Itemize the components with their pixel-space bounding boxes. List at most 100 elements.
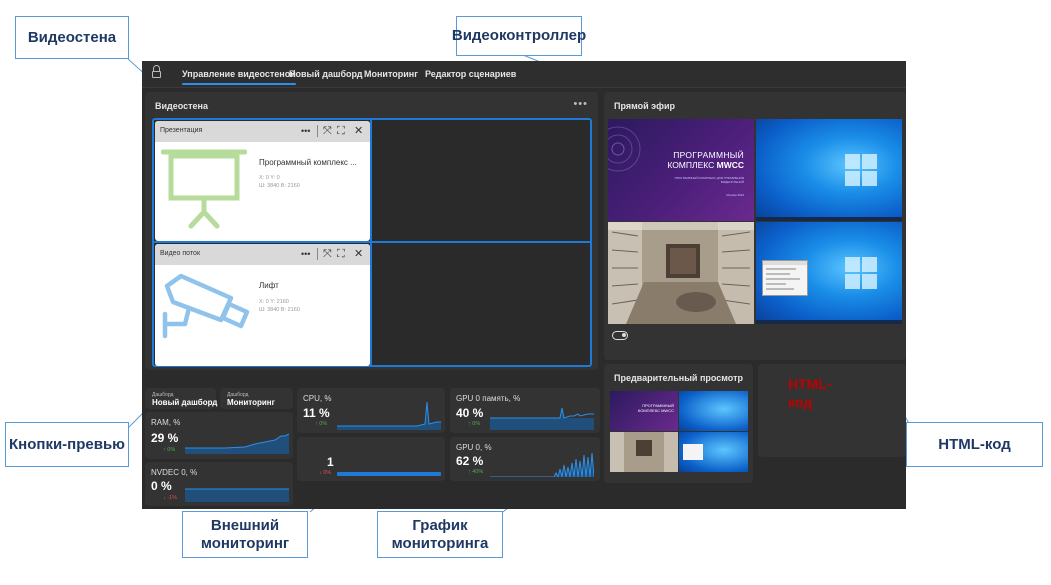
gpu-memory-sparkline (490, 407, 594, 430)
live-output[interactable]: ПРОГРАММНЫЙ КОМПЛЕКС MWCC ПРОГРАММНЫЙ КО… (608, 119, 902, 324)
fullscreen-icon[interactable]: ⛶ (337, 247, 345, 261)
callout-monitoring-chart: График мониторинга (377, 511, 503, 558)
metric-delta: ↑ 0% (468, 421, 481, 427)
callout-html-code: HTML-код (906, 422, 1043, 467)
preview-title: Предварительный просмотр (614, 373, 743, 383)
metric-value: 29 % (151, 431, 179, 445)
metric-label: NVDEC 0, % (151, 468, 198, 477)
slide-title-line1: ПРОГРАММНЫЙ (673, 150, 744, 160)
callout-preview-buttons-text: Кнопки-превью (9, 435, 125, 453)
metric-value: 1 (327, 455, 334, 469)
metric-delta: ↑ 0% (163, 447, 176, 453)
preview-panel: Предварительный просмотр ПРОГРАММНЫЙ КОМ… (604, 364, 753, 483)
preset-button-monitoring[interactable]: Дашборд Мониторинг (220, 388, 293, 409)
html-widget-text-line1: HTML- (788, 376, 832, 392)
source-type-label: Презентация (160, 127, 203, 134)
preset-name: Мониторинг (227, 398, 275, 407)
metric-label: GPU 0, % (456, 443, 492, 452)
callout-html-code-text: HTML-код (938, 435, 1011, 453)
fullscreen-icon[interactable]: ⛶ (337, 124, 345, 138)
html-widget-text-line2: код (788, 394, 813, 410)
source-size: Ш: 3840 В: 2160 (259, 307, 300, 313)
gpu-sparkline (490, 452, 594, 477)
metric-ram: RAM, % 29 % ↑ 0% (145, 412, 293, 459)
callout-monitoring-chart-line2: мониторинга (391, 534, 489, 552)
presentation-board-icon (161, 149, 247, 229)
callout-external-monitoring: Внешний мониторинг (182, 511, 308, 558)
slide-title-line2: КОМПЛЕКС (667, 160, 717, 170)
tab-videowall-management[interactable]: Управление видеостеной (182, 69, 296, 85)
source-type-label: Видео поток (160, 250, 201, 257)
grid-cell-empty-bottom[interactable] (374, 244, 590, 365)
metric-value: 0 % (151, 479, 172, 493)
preview-slide-line2: КОМПЛЕКС MWCC (637, 408, 674, 413)
videowall-grid: Презентация ••• ⤧ ⛶ ✕ Программный компле… (152, 118, 592, 367)
preset-button-new-dashboard[interactable]: Дашборд Новый дашборд (145, 388, 218, 409)
tab-new-dashboard[interactable]: Новый дашборд (289, 69, 363, 79)
metric-delta: ↓ -1% (163, 495, 178, 501)
metric-label: CPU, % (303, 394, 332, 403)
source-position: X: 0 Y: 2160 (259, 299, 289, 305)
live-tile-presentation[interactable]: ПРОГРАММНЫЙ КОМПЛЕКС MWCC ПРОГРАММНЫЙ КО… (608, 119, 754, 221)
close-icon[interactable]: ✕ (354, 124, 363, 138)
ram-sparkline (185, 433, 289, 454)
top-navigation: Управление видеостеной Новый дашборд Мон… (142, 61, 906, 88)
preview-thumbnail[interactable]: ПРОГРАММНЫЙ КОМПЛЕКС MWCC (610, 391, 748, 472)
metric-value: 62 % (456, 454, 484, 468)
callout-videocontroller-text: Видеоконтроллер (451, 27, 587, 45)
callout-external-monitoring-line1: Внешний (210, 517, 280, 535)
cctv-camera-icon (162, 273, 250, 339)
metric-gpu-memory: GPU 0 память, % 40 % ↑ 0% (450, 388, 600, 433)
metric-cpu: CPU, % 11 % ↑ 0% (297, 388, 445, 433)
metric-value: 11 % (303, 406, 330, 420)
cpu-sparkline (337, 401, 441, 430)
metric-delta: ↑ 40% (468, 469, 484, 475)
metric-nvdec: NVDEC 0, % 0 % ↓ -1% (145, 462, 293, 506)
close-icon[interactable]: ✕ (354, 247, 363, 261)
external-progress-bar (337, 472, 441, 476)
metric-delta: ↓ 0% (319, 470, 332, 476)
metric-value: 40 % (456, 406, 484, 420)
slide-title-brand: MWCC (716, 160, 744, 170)
metric-gpu: GPU 0, % 62 % ↑ 40% (450, 437, 600, 481)
more-icon[interactable]: ••• (301, 247, 310, 261)
slide-subtitle: ПРОГРАММНЫЙ КОМПЛЕКС ДЛЯ УПРАВЛЕНИЯ ВИДЕ… (674, 176, 744, 184)
callout-videowall-text: Видеостена (27, 28, 117, 46)
grid-cell-empty-top[interactable] (374, 120, 590, 240)
grid-divider-vertical (370, 120, 372, 365)
source-name: Программный комплекс ... (259, 158, 357, 167)
live-toggle-icon[interactable] (612, 331, 628, 340)
lock-icon[interactable] (152, 65, 161, 78)
live-tile-desktop-2[interactable] (756, 222, 902, 324)
app-window: Управление видеостеной Новый дашборд Мон… (142, 61, 906, 509)
tab-scenario-editor[interactable]: Редактор сценариев (425, 69, 516, 79)
swap-icon[interactable]: ⤧ (323, 124, 332, 138)
videowall-menu-icon[interactable]: ••• (573, 98, 588, 110)
callout-videowall: Видеостена (15, 16, 129, 59)
preset-name: Новый дашборд (152, 398, 218, 407)
source-position: X: 0 Y: 0 (259, 175, 280, 181)
metric-external: 1 ↓ 0% (297, 437, 445, 481)
videowall-title: Видеостена (155, 101, 208, 111)
tab-monitoring[interactable]: Мониторинг (364, 69, 418, 79)
live-tile-camera[interactable] (608, 222, 754, 324)
callout-external-monitoring-line2: мониторинг (200, 534, 290, 552)
callout-preview-buttons: Кнопки-превью (5, 422, 129, 467)
more-icon[interactable]: ••• (301, 124, 310, 138)
source-name: Лифт (259, 281, 279, 290)
source-card-presentation[interactable]: Презентация ••• ⤧ ⛶ ✕ Программный компле… (155, 121, 370, 241)
source-card-header: Презентация ••• ⤧ ⛶ ✕ (155, 121, 370, 142)
html-widget[interactable]: HTML- код (758, 364, 906, 457)
live-title: Прямой эфир (614, 101, 676, 111)
explorer-window (762, 260, 808, 296)
source-card-video-stream[interactable]: Видео поток ••• ⤧ ⛶ ✕ Лифт X: 0 Y: 2160 … (155, 244, 370, 366)
callout-monitoring-chart-line1: График (412, 517, 468, 535)
source-card-header: Видео поток ••• ⤧ ⛶ ✕ (155, 244, 370, 265)
metric-delta: ↑ 0% (315, 421, 328, 427)
videowall-panel: Видеостена ••• Презентация ••• ⤧ ⛶ ✕ Про… (145, 92, 598, 370)
live-tile-desktop-1[interactable] (756, 119, 902, 221)
swap-icon[interactable]: ⤧ (323, 247, 332, 261)
metric-label: RAM, % (151, 418, 181, 427)
windows-logo-icon (845, 154, 877, 186)
nvdec-sparkline (185, 488, 289, 502)
